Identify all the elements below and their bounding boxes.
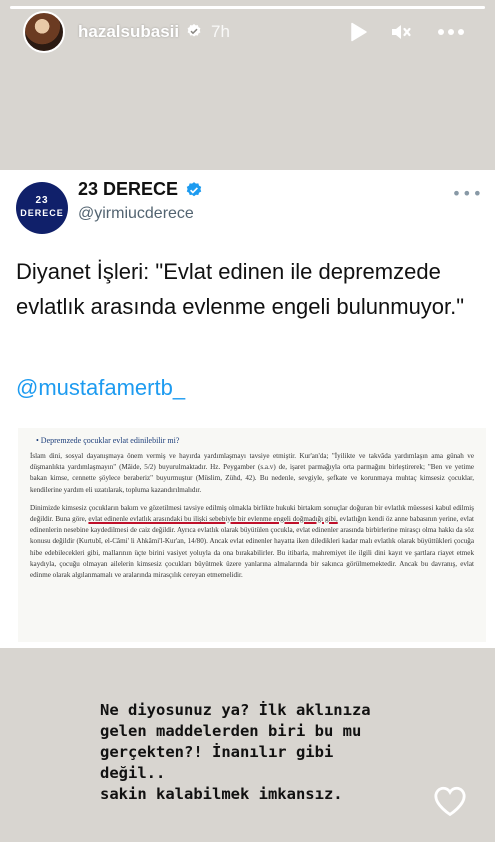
verified-badge-icon xyxy=(187,24,201,37)
play-icon[interactable] xyxy=(346,20,370,44)
story-username[interactable]: hazalsubasii xyxy=(78,22,179,42)
document-paragraph: İslam dini, sosyal dayanışmaya önem verm… xyxy=(30,452,474,494)
caption-line: sakin kalabilmek imkansız. xyxy=(100,785,343,803)
more-icon[interactable] xyxy=(436,20,466,44)
muted-speaker-icon[interactable] xyxy=(389,20,413,44)
caption-line: Ne diyosunuz ya? İlk aklınıza xyxy=(100,701,371,719)
verified-badge-icon xyxy=(186,182,202,197)
avatar[interactable] xyxy=(23,11,65,53)
embedded-document-image: • Depremzede çocuklar evlat edinilebilir… xyxy=(18,428,486,642)
document-text: evlatlığın kendi öz anne babasının yerin… xyxy=(30,515,474,580)
tweet-card: 23 DERECE 23 DERECE @yirmiucderece ••• D… xyxy=(0,170,495,648)
tweet-handle: @yirmiucderece xyxy=(78,205,194,222)
tweet-more-icon: ••• xyxy=(451,184,483,203)
tweet-text: Diyanet İşleri: "Evlat edinen ile deprem… xyxy=(16,259,465,319)
tweet-mention: @mustafamertb_ xyxy=(16,375,186,400)
tweet-account-name: 23 DERECE xyxy=(78,179,179,199)
story-progress-fill xyxy=(10,6,485,9)
caption-line: gerçekten?! İnanılır gibi değil.. xyxy=(100,743,334,782)
heart-icon[interactable] xyxy=(433,785,467,817)
brand-logo-number: 23 xyxy=(35,195,49,206)
brand-logo: 23 DERECE xyxy=(16,182,68,234)
brand-logo-word: DERECE xyxy=(20,208,64,218)
caption-line: gelen maddelerden biri bu mu xyxy=(100,722,362,740)
story-progress-bar xyxy=(10,6,485,9)
document-underlined-text: evlat edinenle evlatlık arasındaki bu il… xyxy=(88,515,338,524)
document-heading: • Depremzede çocuklar evlat edinilebilir… xyxy=(36,436,180,445)
story-time: 7h xyxy=(211,22,230,41)
document-paragraph: Dinimizde kimsesiz çocukların bakım ve g… xyxy=(30,503,474,581)
story-header: hazalsubasii 7h xyxy=(0,10,495,54)
story-caption: Ne diyosunuz ya? İlk aklınıza gelen madd… xyxy=(100,700,400,805)
